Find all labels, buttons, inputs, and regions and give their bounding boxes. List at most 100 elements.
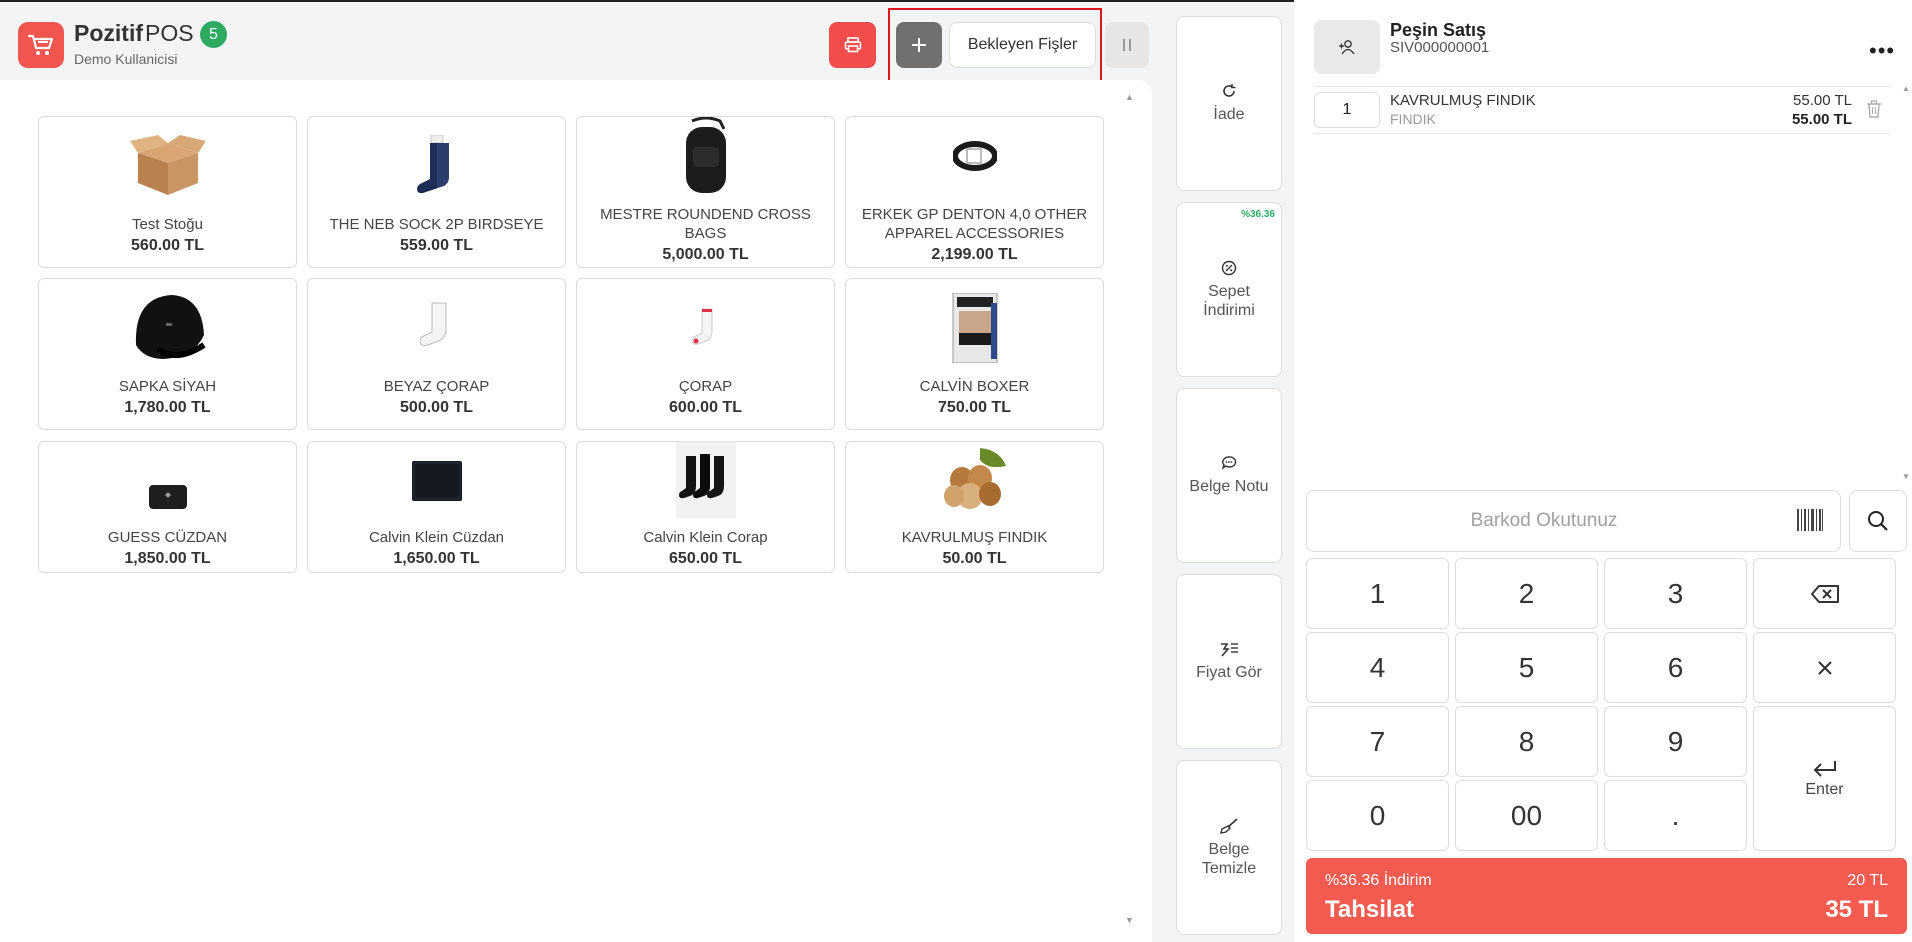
enter-button[interactable]: Enter [1753,706,1896,851]
key-3[interactable]: 3 [1604,558,1747,629]
brand-title: PozitifPOS [74,20,194,46]
sock-image [691,308,712,345]
backspace-icon [1810,584,1839,603]
key-4[interactable]: 4 [1306,632,1449,703]
product-card[interactable]: ÇORAP 600.00 TL [576,278,835,430]
product-name: ÇORAP [678,378,733,395]
refresh-icon [1223,84,1236,97]
product-card[interactable]: Calvin Klein Corap 650.00 TL [576,441,835,573]
payment-button[interactable]: %36.36 İndirim 20 TL Tahsilat 35 TL [1306,858,1907,934]
discount-icon [1221,260,1237,275]
product-card[interactable]: BEYAZ ÇORAP 500.00 TL [307,278,566,430]
cart-item-name: KAVRULMUŞ FINDIK [1390,92,1536,109]
product-price: 5,000.00 TL [662,246,749,263]
key-1[interactable]: 1 [1306,558,1449,629]
enter-label: Enter [1805,780,1844,798]
product-name: CALVİN BOXER [919,378,1030,395]
new-receipt-button[interactable] [896,22,942,68]
product-price: 650.00 TL [669,550,742,567]
sock-image [416,135,449,194]
product-price: 1,780.00 TL [124,399,211,416]
price-check-button[interactable]: Fiyat Gör [1176,574,1282,749]
cart-scroll-up[interactable]: ▲ [1902,84,1910,93]
product-card[interactable]: ERKEK GP DENTON 4,0 OTHER APPAREL ACCESS… [845,116,1104,268]
clear-document-label-1: Belge [1208,840,1250,858]
product-card[interactable]: THE NEB SOCK 2P BIRDSEYE 559.00 TL [307,116,566,268]
belt-image [952,141,997,171]
trash-icon[interactable] [1866,100,1882,118]
product-card[interactable]: Test Stoğu 560.00 TL [38,116,297,268]
discount-amount: 20 TL [1847,872,1888,889]
multiply-icon [1817,660,1832,675]
cart-item-quantity[interactable]: 1 [1314,92,1380,128]
cart-item-category: FINDIK [1390,111,1436,127]
key-0[interactable]: 0 [1306,780,1449,851]
comment-icon [1221,456,1237,470]
price-check-label: Fiyat Gör [1196,664,1262,681]
key-00[interactable]: 00 [1455,780,1598,851]
search-button[interactable] [1849,490,1907,552]
return-label: İade [1213,106,1245,123]
customer-name: Peşin Satış [1390,20,1487,40]
cart-item[interactable]: 1 KAVRULMUŞ FINDIK FINDIK 55.00 TL 55.00… [1314,86,1890,134]
product-card[interactable]: KAVRULMUŞ FINDIK 50.00 TL [845,441,1104,573]
basket-discount-button[interactable]: %36.36 Sepet İndirimi [1176,202,1282,377]
product-price: 750.00 TL [938,399,1011,416]
print-button[interactable] [829,22,876,68]
scroll-up-arrow[interactable]: ▲ [1125,92,1134,102]
pause-button[interactable] [1105,22,1149,68]
product-card[interactable]: MESTRE ROUNDEND CROSS BAGS 5,000.00 TL [576,116,835,268]
key-9[interactable]: 9 [1604,706,1747,777]
product-card[interactable]: CALVİN BOXER 750.00 TL [845,278,1104,430]
barcode-field [1306,490,1841,552]
backspace-button[interactable] [1753,558,1896,629]
payment-total: 35 TL [1825,896,1888,923]
product-name: ERKEK GP DENTON 4,0 OTHER APPAREL ACCESS… [861,206,1088,242]
wallet-image [148,485,187,509]
pause-icon [1123,39,1131,51]
multiply-button[interactable] [1753,632,1896,703]
pending-receipts-button[interactable]: Bekleyen Fişler [949,22,1096,68]
document-number: SIV000000001 [1390,39,1490,56]
header: PozitifPOS 5 Demo Kullanicisi Bekleyen F… [0,2,1150,83]
product-card[interactable]: Calvin Klein Cüzdan 1,650.00 TL [307,441,566,573]
price-tag-icon [1221,643,1238,657]
clear-document-button[interactable]: Belge Temizle [1176,760,1282,935]
key-2[interactable]: 2 [1455,558,1598,629]
scroll-down-arrow[interactable]: ▼ [1125,915,1134,925]
product-name: KAVRULMUŞ FINDIK [901,529,1048,546]
hazelnut-image [943,448,1006,509]
barcode-icon [1797,509,1823,531]
barcode-input[interactable] [1309,493,1779,549]
document-note-label: Belge Notu [1189,478,1269,495]
key-6[interactable]: 6 [1604,632,1747,703]
product-name: Calvin Klein Corap [643,529,768,546]
select-customer-button[interactable] [1314,20,1380,74]
key-decimal[interactable]: . [1604,780,1747,851]
product-price: 1,650.00 TL [393,550,480,567]
basket-discount-label-2: İndirimi [1203,301,1255,319]
broom-icon [1220,817,1238,834]
document-note-button[interactable]: Belge Notu [1176,388,1282,563]
boxer-image [952,293,997,363]
key-5[interactable]: 5 [1455,632,1598,703]
product-price: 600.00 TL [669,399,742,416]
discount-label: %36.36 İndirim [1325,872,1432,889]
socks-image [675,442,736,518]
cart-scroll-down[interactable]: ▼ [1902,472,1910,481]
search-icon [1868,511,1888,531]
product-price: 50.00 TL [942,550,1007,567]
product-card[interactable]: GUESS CÜZDAN 1,850.00 TL [38,441,297,573]
product-price: 559.00 TL [400,237,473,254]
more-options-icon[interactable]: ••• [1869,38,1895,64]
product-card[interactable]: SAPKA SİYAH 1,780.00 TL [38,278,297,430]
cart-item-unit-price: 55.00 TL [1793,92,1852,109]
plus-icon [912,38,926,52]
product-price: 500.00 TL [400,399,473,416]
wallet-image [411,461,462,501]
key-8[interactable]: 8 [1455,706,1598,777]
return-button[interactable]: İade [1176,16,1282,191]
product-name: Test Stoğu [132,216,203,233]
clear-document-label-2: Temizle [1201,859,1257,877]
key-7[interactable]: 7 [1306,706,1449,777]
